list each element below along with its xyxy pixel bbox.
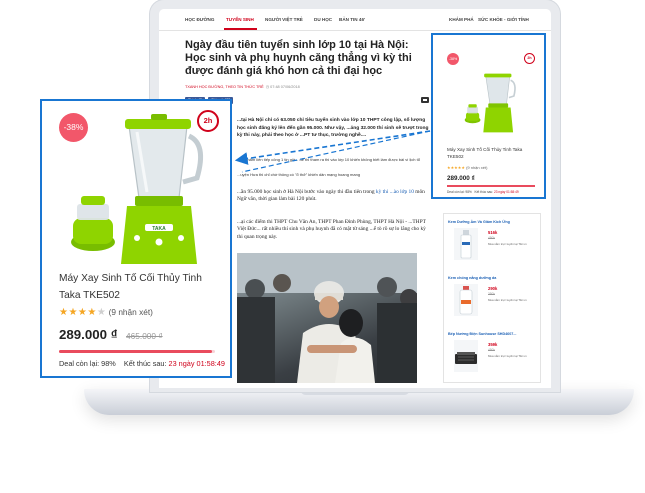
paragraph-text: ...ần 95.000 học sinh ở Hà Nội bước vào … <box>237 189 376 195</box>
product-price: 289.000 ₫ <box>59 327 118 342</box>
ad-item[interactable]: Kem Dưỡng Ẩm Và Giảm Kích Ứng 516k 450k … <box>448 220 540 264</box>
article-title: Ngày đầu tiên tuyển sinh lớp 10 tại Hà N… <box>185 39 412 77</box>
zoomed-product-card[interactable]: -38% TAKA 2h Máy Xay Sinh Tố Cối Thủy Ti… <box>43 102 229 375</box>
article-category[interactable]: TXANH HỌC ĐƯỜNG, THEO TIN THỨC TRẺ <box>185 85 264 89</box>
ad-thumbnail <box>454 228 478 260</box>
delivery-2h-badge: 2h <box>197 110 219 132</box>
ad-note: Mua sắm trực tuyến tại Tiki.vn <box>488 354 527 358</box>
nav-item-ban-tin[interactable]: BẢN TIN 46' <box>339 17 365 22</box>
top-nav: HỌC ĐƯỜNG TUYỂN SINH NGƯỜI VIỆT TRẺ DU H… <box>159 9 551 31</box>
deal-progress-fill <box>59 350 212 353</box>
nav-item-tuyen-sinh[interactable]: TUYỂN SINH <box>226 17 254 22</box>
ad-note: Mua sắm trực tuyến tại Tiki.vn <box>488 298 527 302</box>
deal-remaining: Deal còn lại: 98% <box>59 359 116 368</box>
article-time: 07:48 07/06/2018 <box>270 85 300 89</box>
rating-row: ★★★★★ (9 nhận xét) <box>59 307 153 318</box>
ad-item[interactable]: Bếp Nướng Điện Sunhouse SHD4607... 359k … <box>448 332 540 376</box>
nav-item-hoc-duong[interactable]: HỌC ĐƯỜNG <box>185 17 214 22</box>
related-link[interactable]: ...uyện Hưa thi chỉ chớ thông có "ổ thở"… <box>237 172 429 178</box>
ad-title[interactable]: Kem Dưỡng Ẩm Và Giảm Kích Ứng <box>448 220 510 224</box>
ad-title[interactable]: Kem chống nắng dưỡng da <box>448 276 496 280</box>
print-icon <box>423 99 427 101</box>
inline-link[interactable]: kỳ thi ...ào lớp 10 <box>376 189 414 195</box>
original-price: 465.000 ₫ <box>126 331 163 341</box>
deal-countdown: 23 ngày 01:58:49 <box>168 359 225 368</box>
ad-old-price: 350k <box>488 292 495 296</box>
photo-illustration <box>237 253 417 383</box>
article-photo <box>237 253 417 383</box>
article-meta: TXANH HỌC ĐƯỜNG, THEO TIN THỨC TRẺ ◷ 07:… <box>185 84 300 89</box>
ad-old-price: 450k <box>488 236 495 240</box>
ad-item[interactable]: Kem chống nắng dưỡng da 290k 350k Mua sắ… <box>448 276 540 320</box>
blender-drawing <box>71 114 204 264</box>
ad-price: 516k <box>488 230 498 235</box>
ad-thumbnail <box>454 340 478 372</box>
nav-item-kham-pha[interactable]: KHÁM PHÁ <box>449 17 474 22</box>
nav-item-suc-khoe[interactable]: SỨC KHỎE - GIỚI TÍNH <box>478 17 529 22</box>
deal-progress-track <box>59 350 215 353</box>
ad-thumbnail <box>454 284 478 316</box>
ad-price: 359k <box>488 342 498 347</box>
star-full: ★★★★ <box>59 307 97 318</box>
blender-brand-label: TAKA <box>152 226 166 232</box>
star-empty: ★ <box>96 307 107 318</box>
blender-image: TAKA <box>71 114 204 264</box>
nav-active-underline <box>224 28 257 30</box>
deal-status: Deal còn lại: 98% Kết thúc sau: 23 ngày … <box>59 359 225 368</box>
review-count[interactable]: (9 nhận xét) <box>109 307 153 317</box>
ad-note: Mua sắm trực tuyến tại Tiki.vn <box>488 242 527 246</box>
product-name[interactable]: Máy Xay Sinh Tố Cối Thủy Tinh Taka TKE50… <box>59 270 219 304</box>
ad-price: 290k <box>488 286 498 291</box>
ad-old-price: 450k <box>488 348 495 352</box>
sidebar-ad-list: Kem Dưỡng Ẩm Và Giảm Kích Ứng 516k 450k … <box>443 213 541 383</box>
article-summary: ...tại Hà Nội chỉ có 63.050 chỉ tiêu tuy… <box>237 118 429 138</box>
nav-item-du-hoc[interactable]: DU HỌC <box>314 17 332 22</box>
article-paragraph: ...ại các điểm thi THPT Chu Văn An, THPT… <box>237 219 426 240</box>
nav-item-nguoi-viet-tre[interactable]: NGƯỜI VIỆT TRẺ <box>265 17 303 22</box>
highlight-frame-small <box>431 33 546 199</box>
price-row: 289.000 ₫ 465.000 ₫ <box>59 326 163 344</box>
ad-title[interactable]: Bếp Nướng Điện Sunhouse SHD4607... <box>448 332 516 336</box>
article-paragraph: ...ần 95.000 học sinh ở Hà Nội bước vào … <box>237 189 429 204</box>
deal-end-label: Kết thúc sau: <box>123 359 167 368</box>
star-rating: ★★★★★ <box>59 307 106 318</box>
related-link[interactable]: ...ừ 2 năm liên tiếp công 1 tin giả... đ… <box>237 157 429 163</box>
clock-icon: ◷ <box>265 85 270 89</box>
